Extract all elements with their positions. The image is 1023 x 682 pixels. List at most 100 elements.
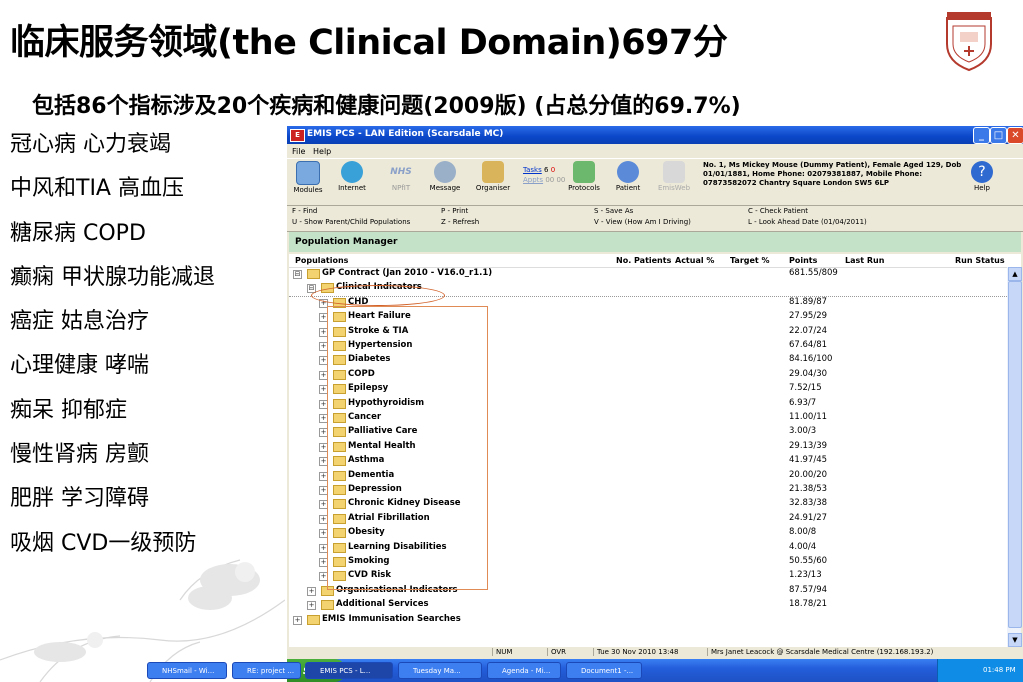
tree-row-points: 3.00/3 — [789, 426, 817, 437]
disease-list: 冠心病 心力衰竭 中风和TIA 高血压 糖尿病 COPD 癫痫 甲状腺功能减退 癌症 姑… — [10, 130, 282, 573]
shortcut-bar: F - Find U - Show Parent/Child Populatio… — [287, 205, 1023, 232]
col-populations[interactable]: Populations — [295, 256, 348, 265]
minimize-button[interactable]: _ — [973, 127, 990, 144]
disease-line: 慢性肾病 房颤 — [10, 442, 149, 468]
tree-row-points: 681.55/809 — [789, 268, 838, 278]
shortcut-find[interactable]: F - Find — [292, 207, 317, 215]
tree-row-points: 8.00/8 — [789, 527, 817, 538]
close-button[interactable]: ✕ — [1007, 127, 1023, 144]
scroll-up-icon[interactable]: ▲ — [1008, 267, 1022, 281]
protocols-button[interactable]: Protocols — [565, 161, 603, 192]
tree-row-points: 84.16/100 — [789, 354, 833, 365]
appts-link[interactable]: Appts — [523, 176, 543, 184]
tree-row-points: 18.78/21 — [789, 599, 828, 610]
patient-button[interactable]: Patient — [611, 161, 645, 192]
tree-row-points: 22.07/24 — [789, 325, 828, 336]
shortcut-check-patient[interactable]: C - Check Patient — [748, 207, 808, 215]
patient-icon — [617, 161, 639, 183]
tree-row[interactable]: + Additional Services 18.78/21 — [289, 598, 1007, 612]
message-icon — [434, 161, 456, 183]
expand-toggle-icon[interactable]: + — [307, 601, 316, 611]
flower-decoration — [0, 559, 285, 682]
col-actual[interactable]: Actual % — [675, 256, 714, 265]
protocols-icon — [573, 161, 595, 183]
menu-help[interactable]: Help — [313, 147, 331, 156]
status-num: NUM — [492, 648, 512, 656]
tree-row-points: 67.64/81 — [789, 340, 828, 350]
globe-icon — [341, 161, 363, 183]
shortcut-show-parent[interactable]: U - Show Parent/Child Populations — [292, 218, 410, 226]
nhs-icon: NHS — [390, 167, 412, 177]
menu-bar: File Help — [287, 145, 1023, 158]
shortcut-save-as[interactable]: S - Save As — [594, 207, 633, 215]
col-no-patients[interactable]: No. Patients — [616, 256, 671, 265]
highlight-box — [327, 306, 488, 590]
tree-row-points: 7.52/15 — [789, 383, 822, 394]
col-run-status[interactable]: Run Status — [955, 256, 1005, 265]
shortcut-look-ahead[interactable]: L - Look Ahead Date (01/04/2011) — [748, 218, 867, 226]
taskbar-task[interactable]: Tuesday Ma... — [398, 662, 482, 679]
status-datetime: Tue 30 Nov 2010 13:48 — [593, 648, 678, 656]
disease-line: 痴呆 抑郁症 — [10, 397, 127, 423]
scroll-down-icon[interactable]: ▼ — [1008, 633, 1022, 647]
slide-subtitle: 包括86个指标涉及20个疾病和健康问题(2009版) (占总分值的69.7%) — [32, 94, 741, 119]
expand-toggle-icon[interactable]: ⊟ — [293, 270, 302, 279]
col-last-run[interactable]: Last Run — [845, 256, 884, 265]
hospital-logo-icon — [946, 12, 992, 72]
window-titlebar[interactable]: E EMIS PCS - LAN Edition (Scarsdale MC) … — [287, 126, 1023, 144]
tree-row-points: 81.89/87 — [789, 296, 828, 307]
taskbar-task[interactable]: RE: project ... — [232, 662, 301, 679]
col-target[interactable]: Target % — [730, 256, 770, 265]
tree-row-points: 29.13/39 — [789, 440, 828, 451]
emisweb-button[interactable]: EmisWeb — [657, 161, 691, 192]
maximize-button[interactable]: □ — [990, 127, 1007, 144]
vertical-scrollbar[interactable]: ▲ ▼ — [1007, 267, 1022, 647]
disease-line: 肥胖 学习障碍 — [10, 486, 149, 512]
status-ovr: OVR — [547, 648, 566, 656]
tree-row-points: 41.97/45 — [789, 455, 828, 466]
shortcut-print[interactable]: P - Print — [441, 207, 468, 215]
message-button[interactable]: Message — [427, 161, 463, 192]
shortcut-view[interactable]: V - View (How Am I Driving) — [594, 218, 691, 226]
help-icon: ? — [971, 161, 993, 183]
panel-title: Population Manager — [295, 237, 398, 247]
help-button[interactable]: ? Help — [967, 161, 997, 192]
shortcut-refresh[interactable]: Z - Refresh — [441, 218, 479, 226]
disease-line: 糖尿病 COPD — [10, 220, 146, 246]
slide-title: 临床服务领域(the Clinical Domain)697分 — [10, 23, 728, 63]
tree-row[interactable]: ⊟ GP Contract (Jan 2010 - V16.0_r1.1) 681.… — [289, 267, 1007, 281]
npfit-button[interactable]: NHS NPfIT — [385, 161, 417, 192]
folder-icon — [307, 614, 320, 625]
disease-line: 冠心病 心力衰竭 — [10, 132, 171, 157]
grid-header: Populations No. Patients Actual % Target… — [289, 254, 1021, 268]
tree-row-points: 50.55/60 — [789, 556, 828, 566]
tasks-link[interactable]: Tasks — [523, 166, 542, 174]
scroll-thumb[interactable] — [1008, 281, 1022, 628]
organiser-icon — [482, 161, 504, 183]
expand-toggle-icon[interactable]: + — [293, 615, 302, 625]
taskbar-task[interactable]: Document1 -... — [566, 662, 642, 679]
tree-row-points: 27.95/29 — [789, 311, 828, 322]
emisweb-icon — [663, 161, 685, 183]
menu-file[interactable]: File — [292, 147, 305, 156]
expand-toggle-icon[interactable]: + — [307, 586, 316, 596]
disease-line: 癫痫 甲状腺功能减退 — [10, 264, 215, 290]
tree-row[interactable]: + EMIS Immunisation Searches — [289, 613, 1007, 627]
modules-button[interactable]: Modules — [291, 161, 325, 194]
tree-row-points: 87.57/94 — [789, 584, 828, 595]
folder-icon — [321, 600, 334, 611]
tree-row-points: 21.38/53 — [789, 484, 828, 494]
tree-row-points: 11.00/11 — [789, 412, 828, 422]
tree-row-points: 1.23/13 — [789, 570, 822, 581]
taskbar-task[interactable]: EMIS PCS - L... — [305, 662, 393, 679]
taskbar-task[interactable]: Agenda - Mi... — [487, 662, 561, 679]
col-points[interactable]: Points — [789, 256, 817, 265]
tree-row-label: EMIS Immunisation Searches — [322, 613, 461, 624]
folder-icon — [307, 269, 320, 279]
organiser-button[interactable]: Organiser — [473, 161, 513, 192]
internet-button[interactable]: Internet — [335, 161, 369, 192]
tree-row-label: Additional Services — [336, 599, 429, 610]
taskbar-task[interactable]: NHSmail - Wi... — [147, 662, 227, 679]
toolbar: Modules Internet NHS NPfIT Message Organ… — [287, 158, 1023, 206]
tree-row-points: 6.93/7 — [789, 397, 817, 408]
